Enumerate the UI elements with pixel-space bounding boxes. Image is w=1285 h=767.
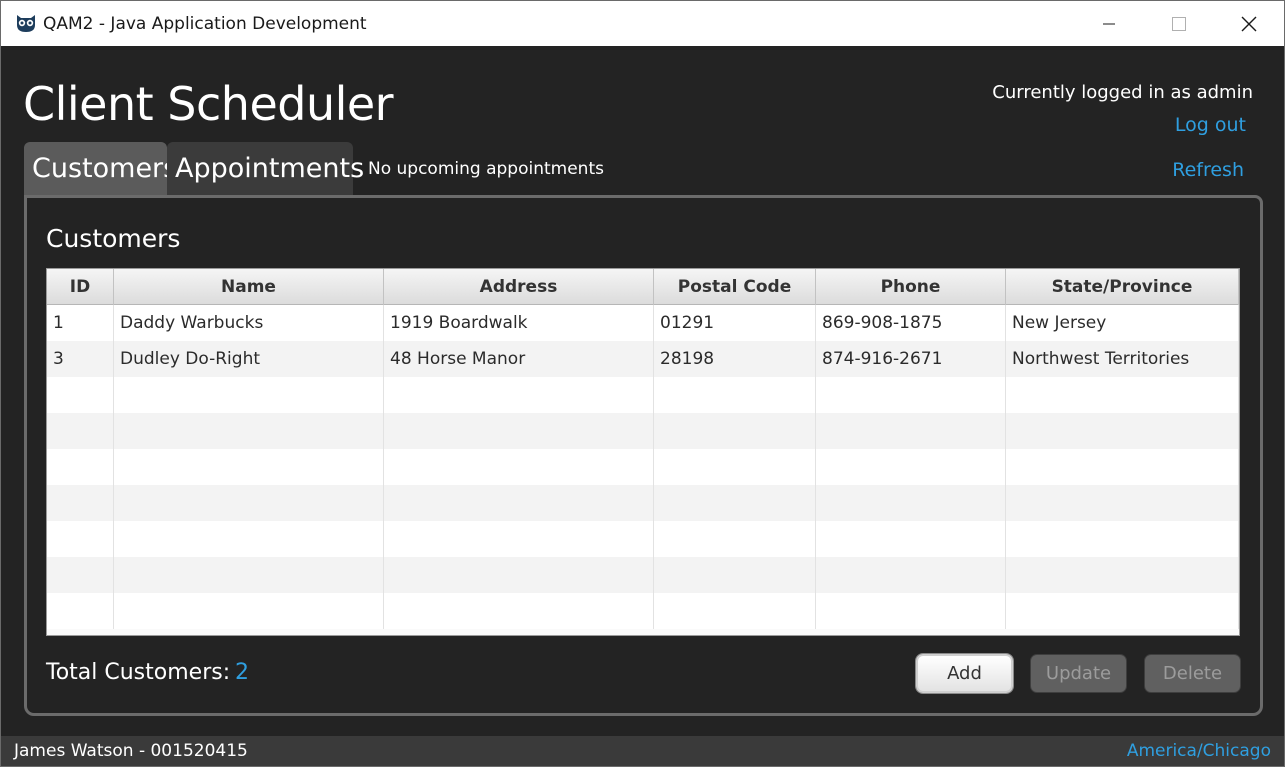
column-header-postal-code[interactable]: Postal Code: [654, 269, 816, 305]
title-bar[interactable]: QAM2 - Java Application Development: [1, 1, 1284, 46]
table-body: 1 Daddy Warbucks 1919 Boardwalk 01291 86…: [47, 305, 1239, 629]
cell-address: 1919 Boardwalk: [384, 305, 654, 341]
close-icon: [1241, 16, 1257, 31]
column-header-state-province[interactable]: State/Province: [1006, 269, 1239, 305]
cell-state-province: New Jersey: [1006, 305, 1239, 341]
cell-name: Daddy Warbucks: [114, 305, 384, 341]
add-button[interactable]: Add: [916, 654, 1013, 693]
cell-id: 3: [47, 341, 114, 377]
customers-table[interactable]: ID Name Address Postal Code Phone State/…: [46, 268, 1240, 636]
upcoming-appointments-text: No upcoming appointments: [368, 159, 604, 179]
tab-customers[interactable]: Customers: [24, 142, 177, 195]
tab-appointments[interactable]: Appointments: [167, 142, 364, 195]
cell-phone: 869-908-1875: [816, 305, 1006, 341]
app-window: QAM2 - Java Application Development Clie…: [0, 0, 1285, 767]
empty-table-row: [47, 557, 1239, 593]
refresh-link[interactable]: Refresh: [1172, 159, 1244, 181]
panel-title: Customers: [46, 224, 181, 253]
customers-panel: Customers ID Name Address Postal Code Ph…: [24, 195, 1263, 716]
table-row[interactable]: 3 Dudley Do-Right 48 Horse Manor 28198 8…: [47, 341, 1239, 377]
window-title: QAM2 - Java Application Development: [43, 14, 367, 34]
logout-link[interactable]: Log out: [1175, 114, 1246, 136]
empty-table-row: [47, 485, 1239, 521]
owl-icon: [15, 13, 37, 33]
cell-phone: 874-916-2671: [816, 341, 1006, 377]
page-title: Client Scheduler: [23, 77, 394, 131]
column-header-name[interactable]: Name: [114, 269, 384, 305]
cell-state-province: Northwest Territories: [1006, 341, 1239, 377]
empty-table-row: [47, 449, 1239, 485]
empty-table-row: [47, 521, 1239, 557]
logged-in-text: Currently logged in as admin: [992, 82, 1253, 103]
table-header: ID Name Address Postal Code Phone State/…: [47, 269, 1239, 305]
minimize-button[interactable]: [1074, 1, 1144, 46]
minimize-icon: [1103, 23, 1115, 24]
close-button[interactable]: [1214, 1, 1284, 46]
column-header-address[interactable]: Address: [384, 269, 654, 305]
maximize-icon: [1172, 16, 1186, 31]
cell-address: 48 Horse Manor: [384, 341, 654, 377]
total-customers-label: Total Customers:: [46, 660, 231, 685]
status-user: James Watson - 001520415: [14, 741, 248, 761]
delete-button[interactable]: Delete: [1144, 654, 1241, 693]
empty-table-row: [47, 377, 1239, 413]
table-row[interactable]: 1 Daddy Warbucks 1919 Boardwalk 01291 86…: [47, 305, 1239, 341]
cell-name: Dudley Do-Right: [114, 341, 384, 377]
cell-postal-code: 01291: [654, 305, 816, 341]
empty-table-row: [47, 593, 1239, 629]
timezone-link[interactable]: America/Chicago: [1127, 741, 1271, 761]
total-customers-count: 2: [235, 660, 249, 685]
empty-table-row: [47, 413, 1239, 449]
main-area: Client Scheduler Currently logged in as …: [1, 46, 1284, 736]
column-header-id[interactable]: ID: [47, 269, 114, 305]
update-button[interactable]: Update: [1030, 654, 1127, 693]
column-header-phone[interactable]: Phone: [816, 269, 1006, 305]
maximize-button[interactable]: [1144, 1, 1214, 46]
status-bar: James Watson - 001520415 America/Chicago: [1, 736, 1284, 766]
cell-id: 1: [47, 305, 114, 341]
cell-postal-code: 28198: [654, 341, 816, 377]
